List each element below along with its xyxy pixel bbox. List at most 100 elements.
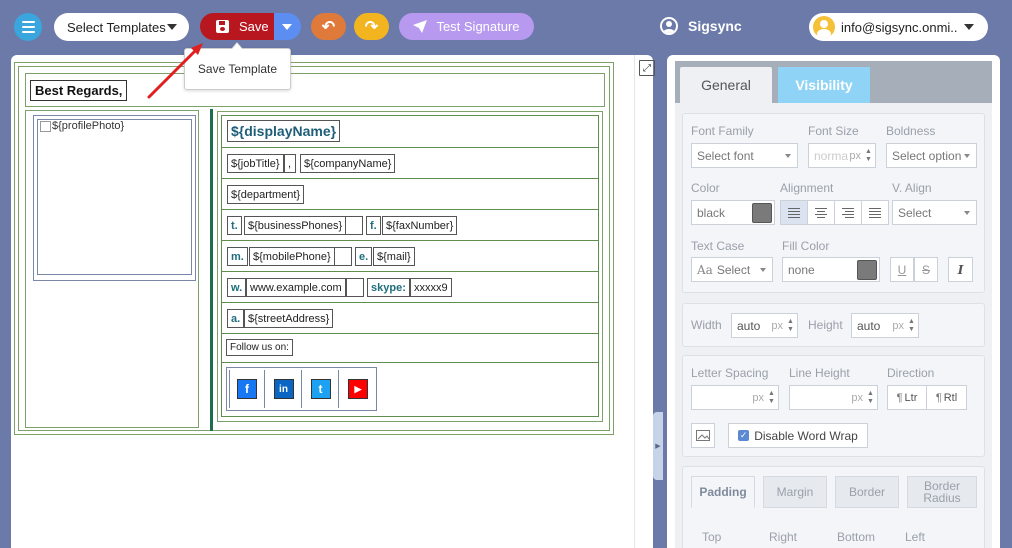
expand-icon[interactable]: ⤢ (639, 60, 655, 76)
empty-cell[interactable] (334, 247, 352, 266)
street-address[interactable]: ${streetAddress} (244, 309, 334, 328)
tab-border[interactable]: Border (835, 476, 899, 508)
valign-select[interactable]: Select (892, 200, 977, 225)
department[interactable]: ${department} (227, 185, 305, 204)
twitter-icon[interactable]: t (310, 379, 331, 399)
empty-cell[interactable] (345, 216, 363, 235)
signature-table[interactable]: Best Regards, ${profilePhoto} ${displayN… (14, 62, 614, 435)
website-label[interactable]: w. (227, 278, 247, 297)
left-label: Left (905, 530, 926, 544)
table-row[interactable]: ${displayName} (222, 116, 598, 148)
undo-button[interactable]: ↶ (311, 13, 346, 40)
skype-value[interactable]: xxxxx9 (410, 278, 452, 297)
social-cell[interactable]: t (303, 370, 339, 408)
email-label[interactable]: e. (355, 247, 373, 266)
letter-spacing-input[interactable]: px ▲ ▼ (691, 385, 779, 410)
fill-color-swatch[interactable] (857, 260, 877, 280)
fax-number[interactable]: ${faxNumber} (382, 216, 458, 235)
panel-collapse-handle[interactable]: ▶ (653, 412, 663, 480)
line-height-input[interactable]: px ▲ ▼ (789, 385, 878, 410)
boldness-value: Select option (892, 148, 962, 163)
align-justify-button[interactable] (861, 200, 889, 225)
ltr-button[interactable]: ¶ Ltr (887, 385, 927, 410)
spinner-icon[interactable]: ▲ ▼ (867, 390, 874, 406)
fax-label[interactable]: f. (366, 216, 381, 235)
boldness-label: Boldness (886, 124, 936, 138)
align-right-button[interactable] (834, 200, 862, 225)
fill-color-input[interactable]: none (782, 257, 880, 282)
skype-label[interactable]: skype: (367, 278, 410, 297)
profile-photo[interactable]: ${profilePhoto} (37, 119, 192, 275)
table-row[interactable]: t. ${businessPhones} f. ${faxNumber} (222, 210, 598, 241)
mobile-label[interactable]: m. (227, 247, 248, 266)
font-family-select[interactable]: Select font (691, 143, 798, 168)
panel-body: General Visibility Font Family Select fo… (675, 61, 992, 548)
display-name[interactable]: ${displayName} (227, 120, 341, 142)
greeting-row[interactable]: Best Regards, (25, 73, 605, 107)
select-templates-dropdown[interactable]: Select Templates (54, 13, 189, 41)
table-row[interactable]: w. www.example.com skype: xxxxx9 (222, 272, 598, 303)
chevron-down-icon (282, 24, 292, 30)
mail[interactable]: ${mail} (373, 247, 415, 266)
mobile-phone[interactable]: ${mobilePhone} (249, 247, 335, 266)
youtube-icon[interactable]: ▶ (348, 379, 368, 399)
info-cell[interactable]: ${displayName} ${jobTitle} , ${companyNa… (217, 111, 603, 422)
disable-word-wrap-checkbox[interactable]: ✓ Disable Word Wrap (728, 423, 868, 448)
save-options-dropdown[interactable] (274, 13, 301, 40)
rtl-button[interactable]: ¶ Rtl (926, 385, 967, 410)
align-left-button[interactable] (780, 200, 808, 225)
strikethrough-button[interactable]: S (914, 257, 938, 282)
social-cell[interactable]: ▶ (340, 370, 376, 408)
text-case-select[interactable]: Aa Select (691, 257, 773, 282)
table-row[interactable]: m. ${mobilePhone} e. ${mail} (222, 241, 598, 272)
save-button[interactable]: Save (200, 13, 274, 40)
company-name[interactable]: ${companyName} (300, 154, 396, 173)
tab-margin[interactable]: Margin (763, 476, 827, 508)
job-title[interactable]: ${jobTitle} (227, 154, 284, 173)
boldness-select[interactable]: Select option (886, 143, 977, 168)
table-row[interactable]: a. ${streetAddress} (222, 303, 598, 334)
table-row[interactable]: ${jobTitle} , ${companyName} (222, 148, 598, 179)
tab-padding[interactable]: Padding (691, 476, 755, 508)
spinner-icon[interactable]: ▲ ▼ (908, 318, 915, 334)
align-center-button[interactable] (807, 200, 835, 225)
phone-label[interactable]: t. (227, 216, 242, 235)
account-dropdown[interactable]: info@sigsync.onmi.. (809, 13, 988, 41)
tab-visibility[interactable]: Visibility (778, 67, 870, 103)
font-size-input[interactable]: norma px ▲ ▼ (808, 143, 876, 168)
social-row[interactable]: f in t ▶ (222, 363, 598, 418)
follow-us-label[interactable]: Follow us on: (226, 339, 293, 356)
test-signature-button[interactable]: Test Signature (399, 13, 534, 40)
social-cell[interactable]: f (229, 370, 265, 408)
user-circle-icon (660, 17, 678, 35)
separator[interactable]: , (284, 154, 296, 173)
tab-border-radius[interactable]: Border Radius (907, 476, 977, 508)
empty-cell[interactable] (346, 278, 364, 297)
color-input[interactable]: black (691, 200, 775, 225)
width-input[interactable]: auto px ▲ ▼ (731, 313, 798, 338)
linkedin-icon[interactable]: in (273, 379, 294, 399)
image-toggle-button[interactable] (691, 423, 715, 448)
redo-button[interactable]: ↷ (354, 13, 389, 40)
table-row[interactable]: Follow us on: (222, 334, 598, 363)
italic-button[interactable]: I (948, 257, 973, 282)
spinner-icon[interactable]: ▲ ▼ (768, 390, 775, 406)
height-input[interactable]: auto px ▲ ▼ (851, 313, 919, 338)
underline-button[interactable]: U (890, 257, 914, 282)
social-cell[interactable]: in (266, 370, 302, 408)
photo-cell[interactable]: ${profilePhoto} (25, 110, 199, 428)
business-phones[interactable]: ${businessPhones} (244, 216, 347, 235)
facebook-icon[interactable]: f (237, 379, 257, 399)
address-label[interactable]: a. (227, 309, 245, 328)
table-row[interactable]: ${department} (222, 179, 598, 210)
canvas-scrollbar[interactable] (634, 55, 653, 548)
spinner-icon[interactable]: ▲ ▼ (787, 318, 794, 334)
website[interactable]: www.example.com (246, 278, 346, 297)
greeting-text[interactable]: Best Regards, (30, 80, 128, 101)
signature-inner-table: Best Regards, ${profilePhoto} ${displayN… (18, 66, 610, 431)
tab-general[interactable]: General (680, 67, 772, 103)
color-swatch[interactable] (752, 203, 772, 223)
hamburger-menu-icon[interactable] (14, 13, 42, 41)
info-table: ${displayName} ${jobTitle} , ${companyNa… (221, 115, 599, 417)
spinner-icon[interactable]: ▲ ▼ (865, 148, 872, 164)
